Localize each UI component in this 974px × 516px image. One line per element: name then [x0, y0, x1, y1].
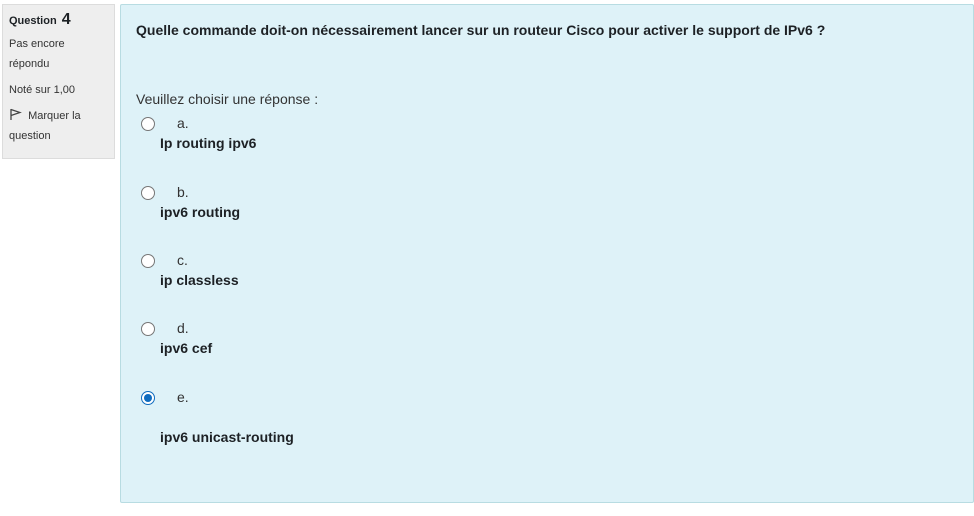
answer-letter-a: a.: [177, 115, 189, 131]
answer-letter-c: c.: [177, 252, 188, 268]
answer-text-c[interactable]: ip classless: [160, 272, 239, 288]
question-text: Quelle commande doit-on nécessairement l…: [136, 22, 826, 38]
flag-label-line1: Marquer la: [28, 110, 81, 122]
answer-text-d[interactable]: ipv6 cef: [160, 340, 212, 356]
question-state-line1: Pas encore: [9, 38, 65, 50]
answer-letter-b: b.: [177, 184, 189, 200]
answer-text-a[interactable]: Ip routing ipv6: [160, 135, 256, 151]
answer-radio-e[interactable]: [141, 391, 155, 405]
question-number: 4: [61, 11, 71, 28]
question-state: Pas encore répondu: [9, 34, 108, 74]
answer-text-b[interactable]: ipv6 routing: [160, 204, 240, 220]
answer-letter-e: e.: [177, 389, 189, 405]
flag-label-line2: question: [9, 130, 51, 142]
answer-radio-b[interactable]: [141, 186, 155, 200]
answer-radio-c[interactable]: [141, 254, 155, 268]
flag-question-button[interactable]: Marquer la question: [9, 106, 108, 146]
question-number-row: Question 4: [9, 11, 108, 30]
question-grade: Noté sur 1,00: [9, 84, 76, 96]
answer-radio-a[interactable]: [141, 117, 155, 131]
question-label: Question: [9, 15, 57, 27]
answer-text-e[interactable]: ipv6 unicast-routing: [160, 429, 294, 445]
answer-radio-d[interactable]: [141, 322, 155, 336]
question-info-panel: Question 4 Pas encore répondu Noté sur 1…: [2, 4, 115, 159]
flag-icon: [9, 108, 28, 122]
answer-letter-d: d.: [177, 320, 189, 336]
answer-prompt: Veuillez choisir une réponse :: [136, 91, 319, 107]
question-content: Quelle commande doit-on nécessairement l…: [120, 4, 974, 503]
question-state-line2: répondu: [9, 58, 50, 70]
